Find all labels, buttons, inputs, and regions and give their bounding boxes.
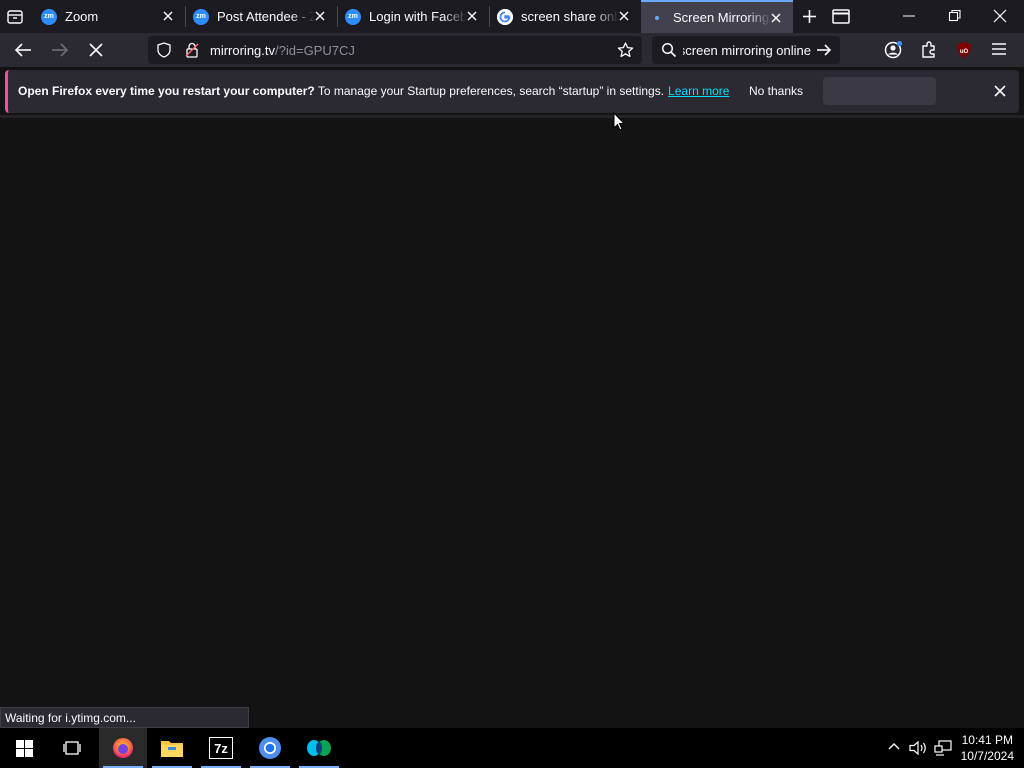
show-hidden-icons-chevron-icon[interactable]: [887, 741, 901, 751]
startup-notification-bar: Open Firefox every time you restart your…: [5, 70, 1019, 113]
tab-title: Login with Facebook: [369, 9, 467, 24]
search-input[interactable]: screen mirroring online: [683, 43, 811, 58]
search-input-text: screen mirroring online: [683, 43, 811, 58]
minimize-icon[interactable]: [902, 8, 916, 24]
file-explorer-icon[interactable]: [148, 728, 196, 768]
extensions-puzzle-icon[interactable]: [920, 40, 938, 59]
loading-dot-icon: [649, 10, 665, 26]
close-icon[interactable]: [992, 83, 1008, 99]
page-content[interactable]: [0, 118, 1024, 707]
google-icon: [497, 8, 513, 25]
app-menu-hamburger-icon[interactable]: [991, 42, 1007, 56]
tab-separator: [185, 6, 186, 27]
windows-taskbar: 7z 10:41 PM 10/7/2024: [0, 728, 1024, 768]
task-view-icon[interactable]: [48, 728, 96, 768]
network-icon[interactable]: [934, 740, 952, 756]
mouse-cursor-icon: [613, 112, 625, 131]
firefox-view-icon[interactable]: [6, 8, 24, 26]
new-tab-icon[interactable]: [802, 9, 817, 24]
windows-start-icon[interactable]: [0, 728, 48, 768]
notification-text: To manage your Startup preferences, sear…: [314, 84, 665, 98]
search-go-arrow-icon[interactable]: [816, 43, 832, 57]
account-icon[interactable]: [883, 40, 903, 60]
tab-separator: [489, 6, 490, 27]
list-all-tabs-icon[interactable]: [832, 9, 850, 24]
url-path: /?id=GPU7CJ: [275, 43, 355, 58]
tab[interactable]: zm Post Attendee - Zo: [185, 0, 337, 33]
forward-icon[interactable]: [51, 42, 69, 58]
tab[interactable]: zm Zoom: [33, 0, 185, 33]
chrome-icon[interactable]: [246, 728, 294, 768]
tab-title: Zoom: [65, 9, 99, 24]
tab-close-icon[interactable]: [769, 11, 783, 25]
url-text[interactable]: mirroring.tv/?id=GPU7CJ: [210, 43, 355, 58]
tracking-protection-shield-icon[interactable]: [156, 42, 172, 58]
tab-separator: [337, 6, 338, 27]
primary-action-button[interactable]: [823, 77, 936, 105]
webex-icon[interactable]: [295, 728, 343, 768]
url-host: mirroring.tv: [210, 43, 276, 58]
search-bar[interactable]: screen mirroring online: [652, 36, 840, 64]
status-panel: Waiting for i.ytimg.com...: [0, 707, 249, 728]
tab[interactable]: Screen Mirroring A: [641, 0, 793, 33]
url-bar[interactable]: mirroring.tv/?id=GPU7CJ: [148, 36, 642, 64]
clock-date: 10/7/2024: [960, 749, 1014, 763]
no-thanks-button[interactable]: No thanks: [737, 77, 815, 105]
ublock-origin-icon[interactable]: uO: [955, 41, 973, 59]
notification-message: Open Firefox every time you restart your…: [18, 84, 729, 98]
tab-close-icon[interactable]: [617, 9, 631, 23]
close-window-icon[interactable]: [993, 9, 1007, 23]
system-clock[interactable]: 10:41 PM 10/7/2024: [961, 732, 1014, 764]
tab-strip: zm Zoom zm Post Attendee - Zo zm Login with F…: [0, 0, 1024, 33]
stop-loading-icon[interactable]: [88, 42, 104, 58]
restore-icon[interactable]: [948, 9, 962, 23]
learn-more-link[interactable]: Learn more: [668, 84, 729, 98]
zoom-icon: zm: [41, 8, 57, 25]
bookmark-star-icon[interactable]: [617, 42, 634, 58]
navigation-toolbar: mirroring.tv/?id=GPU7CJ screen mirroring…: [0, 33, 1024, 67]
tab[interactable]: screen share online: [489, 0, 641, 33]
svg-text:uO: uO: [960, 49, 969, 55]
zoom-icon: zm: [193, 8, 209, 25]
firefox-icon[interactable]: [99, 728, 147, 768]
notification-title: Open Firefox every time you restart your…: [18, 84, 315, 98]
back-icon[interactable]: [14, 42, 32, 58]
7zip-label: 7z: [209, 737, 233, 759]
tab-close-icon[interactable]: [465, 9, 479, 23]
clock-time: 10:41 PM: [961, 733, 1013, 747]
insecure-lock-icon[interactable]: [184, 42, 200, 58]
tab-title: Screen Mirroring A: [673, 10, 771, 25]
7zip-icon[interactable]: 7z: [197, 728, 245, 768]
tab-close-icon[interactable]: [161, 9, 175, 23]
tab-close-icon[interactable]: [313, 9, 327, 23]
search-icon: [661, 42, 677, 58]
tab-title: screen share online: [521, 9, 619, 24]
zoom-icon: zm: [345, 8, 361, 25]
volume-icon[interactable]: [909, 740, 929, 756]
tab-title: Post Attendee - Zo: [217, 9, 315, 24]
tab[interactable]: zm Login with Facebook: [337, 0, 489, 33]
